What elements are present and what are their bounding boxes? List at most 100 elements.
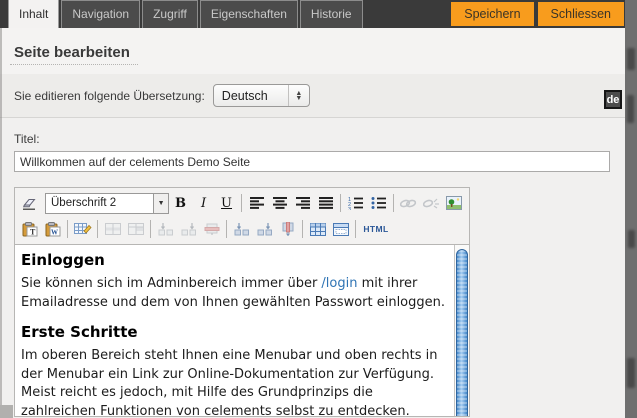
tab-zugriff[interactable]: Zugriff [142,0,198,28]
underline-icon: U [221,196,232,211]
insert-column-after-icon [257,222,273,236]
toggle-guidelines-button[interactable] [329,219,352,240]
align-center-icon [272,196,288,210]
table-cell-properties-button[interactable] [124,219,147,240]
align-right-icon [295,196,311,210]
tab-navigation[interactable]: Navigation [61,0,140,28]
align-right-button[interactable] [291,193,314,214]
delete-column-icon [280,222,296,236]
translation-section: Sie editieren folgende Übersetzung: Deut… [0,74,625,118]
insert-table-button[interactable] [306,219,329,240]
content-paragraph-1: Sie können sich im Adminbereich immer üb… [21,275,447,313]
table-cell-properties-icon [128,223,144,235]
link-icon [399,198,417,209]
editor-content-area[interactable]: Einloggen Sie können sich im Adminbereic… [14,244,470,417]
tab-inhalt[interactable]: Inhalt [8,0,59,28]
toolbar-separator [97,220,98,238]
edit-dialog: Inhalt Navigation Zugriff Eigenschaften … [0,0,625,418]
ordered-list-icon: 123 [347,196,365,210]
insert-column-before-button[interactable] [230,219,253,240]
chevron-down-icon[interactable]: ▼ [154,193,169,214]
unlink-button[interactable] [420,193,443,214]
toolbar-separator [340,194,341,212]
corner-shadow [0,405,13,418]
save-button[interactable]: Speichern [451,2,533,26]
scrollbar-thumb[interactable] [456,249,468,417]
unordered-list-button[interactable] [367,193,390,214]
title-label: Titel: [14,132,625,146]
insert-image-button[interactable] [443,193,466,214]
delete-column-button[interactable] [276,219,299,240]
backdrop-text-fragment [627,358,635,388]
tab-historie[interactable]: Historie [300,0,363,28]
format-select[interactable]: Überschrift 2 [45,193,154,214]
insert-row-before-button[interactable] [154,219,177,240]
image-icon [446,196,462,210]
bold-button[interactable]: B [169,193,192,214]
toggle-guidelines-icon [333,223,349,236]
rich-text-editor: Überschrift 2 ▼ B I U [14,187,470,417]
toolbar-separator [302,220,303,238]
unlink-icon [422,197,440,209]
italic-button[interactable]: I [192,193,215,214]
format-selected-value: Überschrift 2 [51,197,116,209]
table-row-properties-button[interactable] [101,219,124,240]
align-left-icon [249,196,265,210]
insert-column-before-icon [234,222,250,236]
align-left-button[interactable] [245,193,268,214]
focus-outline [10,64,138,65]
toolbar-separator [393,194,394,212]
align-justify-icon [318,196,334,210]
paste-as-text-button[interactable]: T [18,219,41,240]
login-link[interactable]: /login [321,276,357,291]
dialog-actions: Speichern Schliessen [447,0,625,28]
backdrop-text-fragment [628,230,635,248]
insert-row-before-icon [158,222,174,236]
align-center-button[interactable] [268,193,291,214]
title-section: Titel: [0,118,625,172]
insert-column-after-button[interactable] [253,219,276,240]
editor-scrollbar[interactable] [454,245,469,416]
edit-table-button[interactable] [71,219,94,240]
content-heading-erste-schritte: Erste Schritte [21,323,447,341]
toolbar-separator [150,220,151,238]
underline-button[interactable]: U [215,193,238,214]
ordered-list-button[interactable]: 123 [344,193,367,214]
delete-row-button[interactable] [200,219,223,240]
translation-selected-value: Deutsch [222,89,268,103]
tab-eigenschaften[interactable]: Eigenschaften [200,0,298,28]
toolbar-row-2: T W [18,216,466,242]
table-row-properties-icon [105,223,121,235]
toolbar-separator [241,194,242,212]
paste-text-icon: T [22,222,38,237]
backdrop-text-fragment [627,48,635,70]
tab-bar: Inhalt Navigation Zugriff Eigenschaften … [0,0,625,28]
content-paragraph-2: Im oberen Bereich steht Ihnen eine Menub… [21,347,447,417]
paste-word-icon: W [45,222,61,237]
toolbar-separator [355,220,356,238]
insert-row-after-button[interactable] [177,219,200,240]
toolbar-row-1: Überschrift 2 ▼ B I U [18,190,466,216]
bold-icon: B [175,196,186,211]
backdrop-text-fragment [627,95,634,123]
svg-text:W: W [51,228,58,236]
toolbar-separator [67,220,68,238]
close-button[interactable]: Schliessen [538,2,624,26]
page-behind-overlay [625,0,637,418]
paste-from-word-button[interactable]: W [41,219,64,240]
insert-row-after-icon [181,222,197,236]
link-button[interactable] [397,193,420,214]
eraser-icon [21,196,38,211]
remove-format-button[interactable] [18,193,41,214]
edit-table-icon [74,222,92,237]
title-input[interactable] [14,151,610,172]
align-justify-button[interactable] [314,193,337,214]
html-source-button[interactable]: HTML [359,219,393,240]
unordered-list-icon [370,196,388,210]
delete-row-icon [204,222,220,236]
italic-icon: I [201,196,206,211]
svg-text:T: T [30,227,36,236]
editor-toolbar: Überschrift 2 ▼ B I U [14,187,470,244]
translation-select[interactable]: Deutsch ▲▼ [213,84,310,107]
page-title: Seite bearbeiten [14,44,625,61]
